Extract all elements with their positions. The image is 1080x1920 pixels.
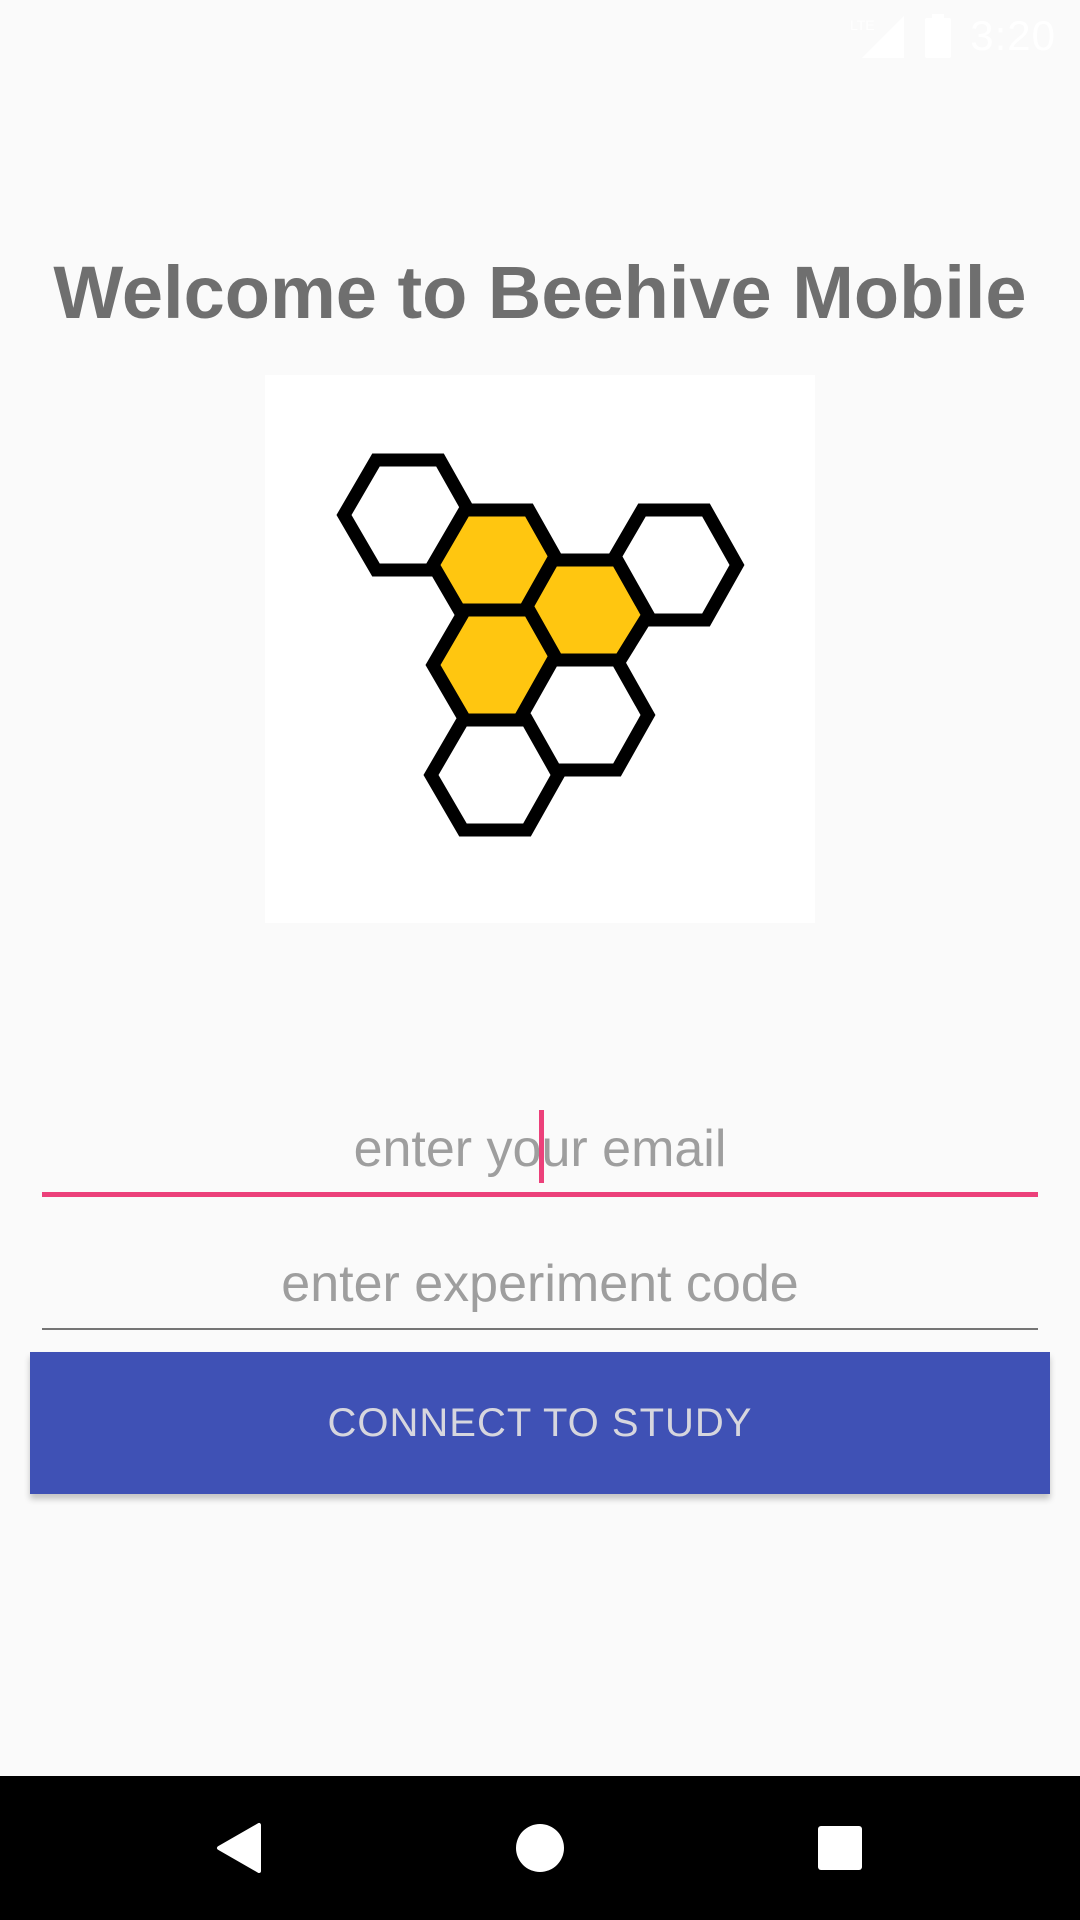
honeycomb-icon — [336, 453, 745, 837]
back-button[interactable] — [170, 1776, 310, 1920]
navigation-bar — [0, 1776, 1080, 1920]
email-underline — [42, 1192, 1038, 1197]
recents-button[interactable] — [770, 1776, 910, 1920]
hex-cell — [423, 713, 566, 837]
experiment-code-underline — [42, 1328, 1038, 1330]
welcome-screen: LTE 3:20 Welcome to Beehive Mobile enter… — [0, 0, 1080, 1920]
home-icon — [516, 1824, 564, 1872]
experiment-code-field[interactable] — [42, 1241, 1038, 1330]
lte-label: LTE — [850, 17, 875, 33]
home-button[interactable] — [470, 1776, 610, 1920]
status-bar: LTE 3:20 — [0, 0, 1080, 72]
beehive-logo — [265, 375, 815, 923]
page-title: Welcome to Beehive Mobile — [53, 251, 1027, 334]
recents-icon — [818, 1826, 862, 1870]
connect-to-study-button[interactable]: CONNECT TO STUDY — [30, 1352, 1050, 1494]
status-icons: LTE 3:20 — [850, 10, 1056, 62]
experiment-code-input[interactable] — [42, 1241, 1038, 1327]
text-cursor — [539, 1110, 544, 1183]
back-icon — [217, 1823, 261, 1873]
status-time: 3:20 — [970, 12, 1056, 59]
battery-icon — [924, 14, 952, 58]
lte-signal-icon: LTE — [850, 14, 906, 58]
